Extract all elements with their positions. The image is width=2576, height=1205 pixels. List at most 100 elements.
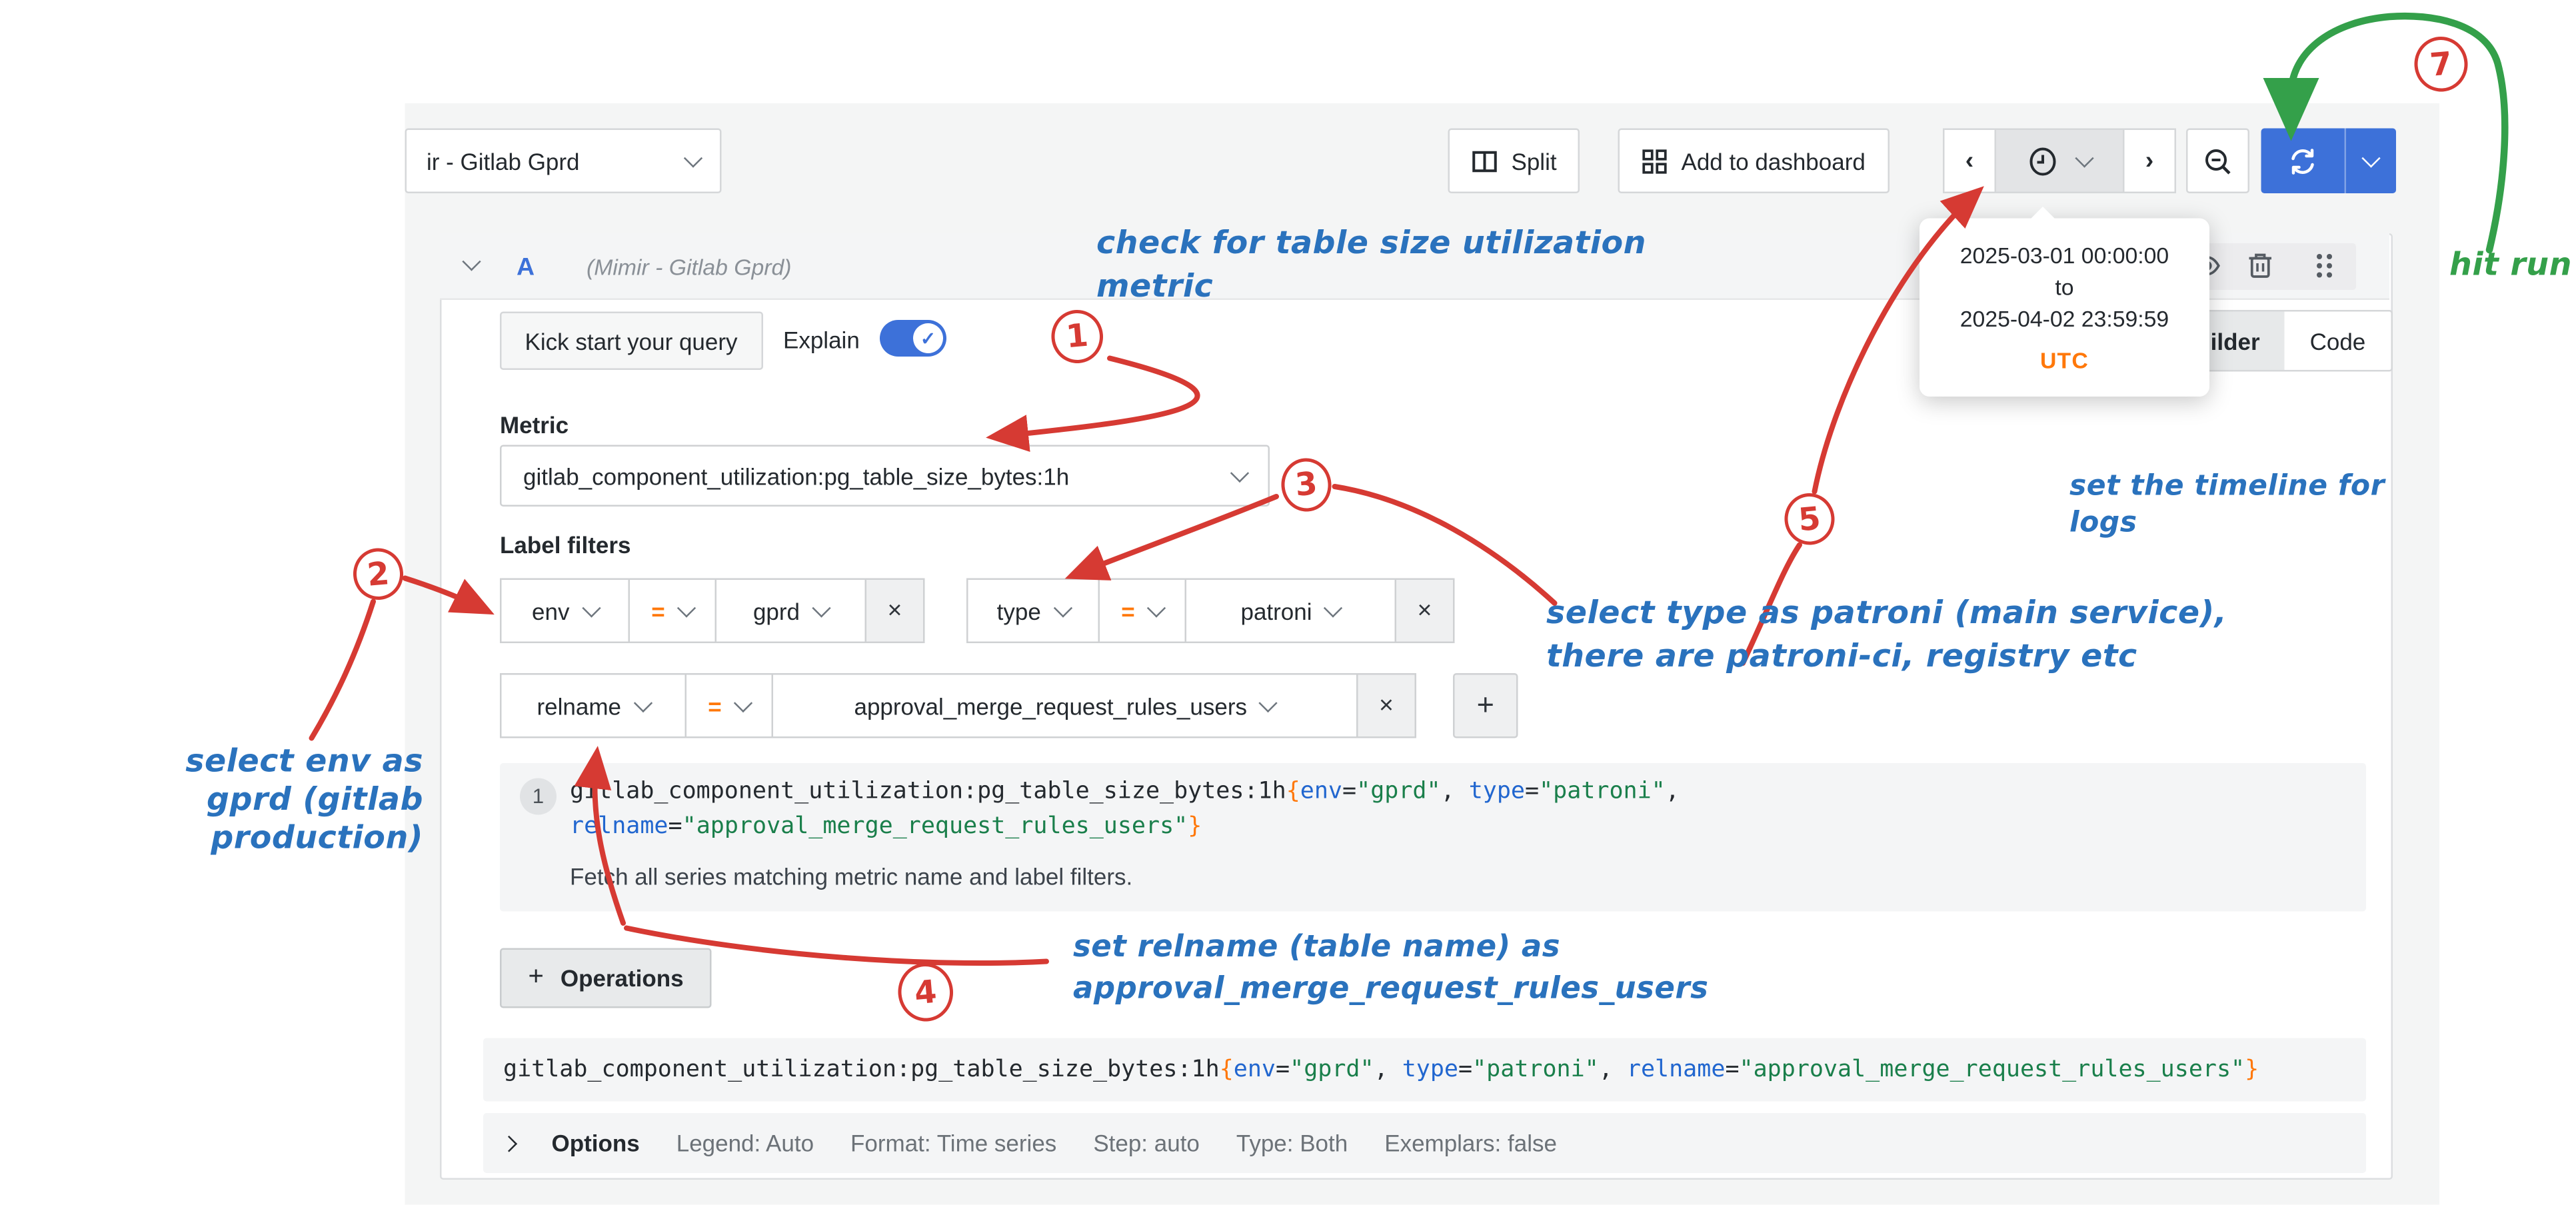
promql-eq: = bbox=[1276, 1056, 1290, 1083]
filter-value-select[interactable]: approval_merge_request_rules_users bbox=[772, 673, 1358, 738]
operations-button-label: Operations bbox=[561, 965, 684, 992]
time-shift-back-button[interactable]: ‹ bbox=[1943, 129, 1996, 194]
promql-eq: = bbox=[1525, 778, 1539, 805]
time-picker-button[interactable] bbox=[1995, 129, 2125, 194]
explain-toggle[interactable]: ✓ bbox=[880, 320, 946, 357]
remove-query-trash-icon[interactable] bbox=[2246, 250, 2275, 280]
query-ref-id: A bbox=[517, 253, 535, 282]
promql-value: "patroni" bbox=[1539, 778, 1666, 805]
datasource-picker-label: ir - Gitlab Gprd bbox=[427, 147, 580, 174]
filter-value-value: patroni bbox=[1240, 597, 1312, 624]
clock-icon bbox=[2028, 146, 2058, 176]
chevron-down-icon bbox=[2075, 149, 2093, 167]
annotation-note-2-line2: gprd (gitlab production) bbox=[30, 782, 423, 858]
time-shift-forward-button[interactable]: › bbox=[2123, 129, 2176, 194]
time-range-tooltip: 2025-03-01 00:00:00 to 2025-04-02 23:59:… bbox=[1920, 219, 2209, 397]
annotation-note-3: select type as patroni (main service), t… bbox=[1546, 592, 2227, 678]
label-filter-env: env = gprd × bbox=[500, 579, 925, 644]
chevron-left-icon: ‹ bbox=[1965, 147, 1974, 175]
promql-label: env bbox=[1300, 778, 1342, 805]
split-view-icon bbox=[1472, 147, 1498, 174]
run-query-button[interactable] bbox=[2261, 129, 2345, 194]
filter-op-value: = bbox=[708, 692, 721, 719]
options-row[interactable]: Options Legend: Auto Format: Time series… bbox=[483, 1113, 2366, 1173]
promql-comma: , bbox=[1599, 1056, 1627, 1083]
promql-brace: } bbox=[2245, 1056, 2259, 1083]
chevron-down-icon bbox=[1147, 599, 1166, 617]
remove-filter-button[interactable]: × bbox=[865, 579, 925, 644]
filter-op-value: = bbox=[1121, 597, 1134, 624]
promql-preview-line-2: relname="approval_merge_request_rules_us… bbox=[570, 813, 1202, 840]
chevron-down-icon bbox=[633, 694, 652, 712]
dashboard-grid-icon bbox=[1642, 147, 1668, 174]
promql-brace: { bbox=[1286, 778, 1300, 805]
chevron-down-icon bbox=[1324, 599, 1343, 617]
zoom-out-time-button[interactable] bbox=[2186, 129, 2249, 194]
chevron-right-icon bbox=[501, 1135, 517, 1152]
promql-label: type bbox=[1469, 778, 1525, 805]
kick-start-query-button[interactable]: Kick start your query bbox=[500, 312, 762, 371]
tab-code-label: Code bbox=[2310, 327, 2366, 354]
annotation-step-7: 7 bbox=[2412, 35, 2470, 94]
promql-eq: = bbox=[1342, 778, 1356, 805]
filter-label-select[interactable]: relname bbox=[500, 673, 686, 738]
filter-value-select[interactable]: gprd bbox=[715, 579, 867, 644]
close-icon: × bbox=[888, 597, 902, 625]
add-to-dashboard-button[interactable]: Add to dashboard bbox=[1618, 129, 1889, 194]
filter-label-value: env bbox=[532, 597, 569, 624]
remove-filter-button[interactable]: × bbox=[1395, 579, 1455, 644]
promql-comma: , bbox=[1374, 1056, 1402, 1083]
promql-metric: gitlab_component_utilization:pg_table_si… bbox=[503, 1056, 1220, 1083]
chevron-down-icon bbox=[812, 599, 830, 617]
filter-label-value: relname bbox=[537, 692, 621, 719]
promql-comma: , bbox=[1666, 778, 1680, 805]
option-step: Step: auto bbox=[1093, 1130, 1200, 1156]
plus-icon: + bbox=[1477, 688, 1494, 724]
promql-value: "gprd" bbox=[1290, 1056, 1374, 1083]
operations-button[interactable]: + Operations bbox=[500, 948, 712, 1008]
filter-label-select[interactable]: env bbox=[500, 579, 630, 644]
options-label: Options bbox=[552, 1130, 640, 1156]
metric-field-label: Metric bbox=[500, 412, 569, 439]
filter-op-select[interactable]: = bbox=[629, 579, 717, 644]
time-range-from: 2025-03-01 00:00:00 bbox=[1920, 240, 2209, 272]
datasource-picker[interactable]: ir - Gitlab Gprd bbox=[405, 129, 722, 194]
chevron-down-icon bbox=[582, 599, 601, 617]
drag-handle-grip-icon[interactable] bbox=[2313, 252, 2336, 281]
plus-icon: + bbox=[529, 963, 544, 993]
annotation-note-5-line2: logs bbox=[2069, 505, 2385, 542]
annotation-note-4: set relname (table name) as approval_mer… bbox=[1073, 926, 1708, 1010]
filter-label-value: type bbox=[997, 597, 1041, 624]
raw-query-preview: gitlab_component_utilization:pg_table_si… bbox=[483, 1038, 2366, 1102]
remove-filter-button[interactable]: × bbox=[1356, 673, 1416, 738]
filter-value-select[interactable]: patroni bbox=[1185, 579, 1397, 644]
run-query-split-button bbox=[2261, 129, 2397, 194]
tab-code[interactable]: Code bbox=[2285, 312, 2391, 371]
filter-op-select[interactable]: = bbox=[685, 673, 774, 738]
chevron-down-icon bbox=[677, 599, 696, 617]
label-filter-relname: relname = approval_merge_request_rules_u… bbox=[500, 673, 1416, 738]
add-filter-button[interactable]: + bbox=[1453, 673, 1518, 738]
option-exemplars: Exemplars: false bbox=[1384, 1130, 1557, 1156]
promql-label: relname bbox=[1627, 1056, 1726, 1083]
metric-select[interactable]: gitlab_component_utilization:pg_table_si… bbox=[500, 445, 1270, 507]
split-button[interactable]: Split bbox=[1448, 129, 1580, 194]
label-filter-type: type = patroni × bbox=[966, 579, 1455, 644]
query-datasource-hint: (Mimir - Gitlab Gprd) bbox=[587, 255, 792, 281]
option-legend: Legend: Auto bbox=[676, 1130, 814, 1156]
chevron-down-icon bbox=[1259, 694, 1278, 712]
annotation-note-5-line1: set the timeline for bbox=[2069, 469, 2385, 505]
option-format: Format: Time series bbox=[850, 1130, 1056, 1156]
promql-eq: = bbox=[1458, 1056, 1472, 1083]
explain-description: Fetch all series matching metric name an… bbox=[570, 863, 1132, 890]
chevron-down-icon bbox=[1053, 599, 1072, 617]
filter-label-select[interactable]: type bbox=[966, 579, 1100, 644]
annotation-note-4-line2: approval_merge_request_rules_users bbox=[1073, 968, 1708, 1010]
run-query-dropdown-button[interactable] bbox=[2345, 129, 2396, 194]
time-range-timezone: UTC bbox=[1920, 345, 2209, 377]
promql-metric: gitlab_component_utilization:pg_table_si… bbox=[570, 778, 1286, 805]
annotation-note-3-line2: there are patroni-ci, registry etc bbox=[1546, 635, 2227, 678]
filter-op-select[interactable]: = bbox=[1098, 579, 1187, 644]
promql-brace: { bbox=[1220, 1056, 1234, 1083]
promql-value: "patroni" bbox=[1472, 1056, 1599, 1083]
